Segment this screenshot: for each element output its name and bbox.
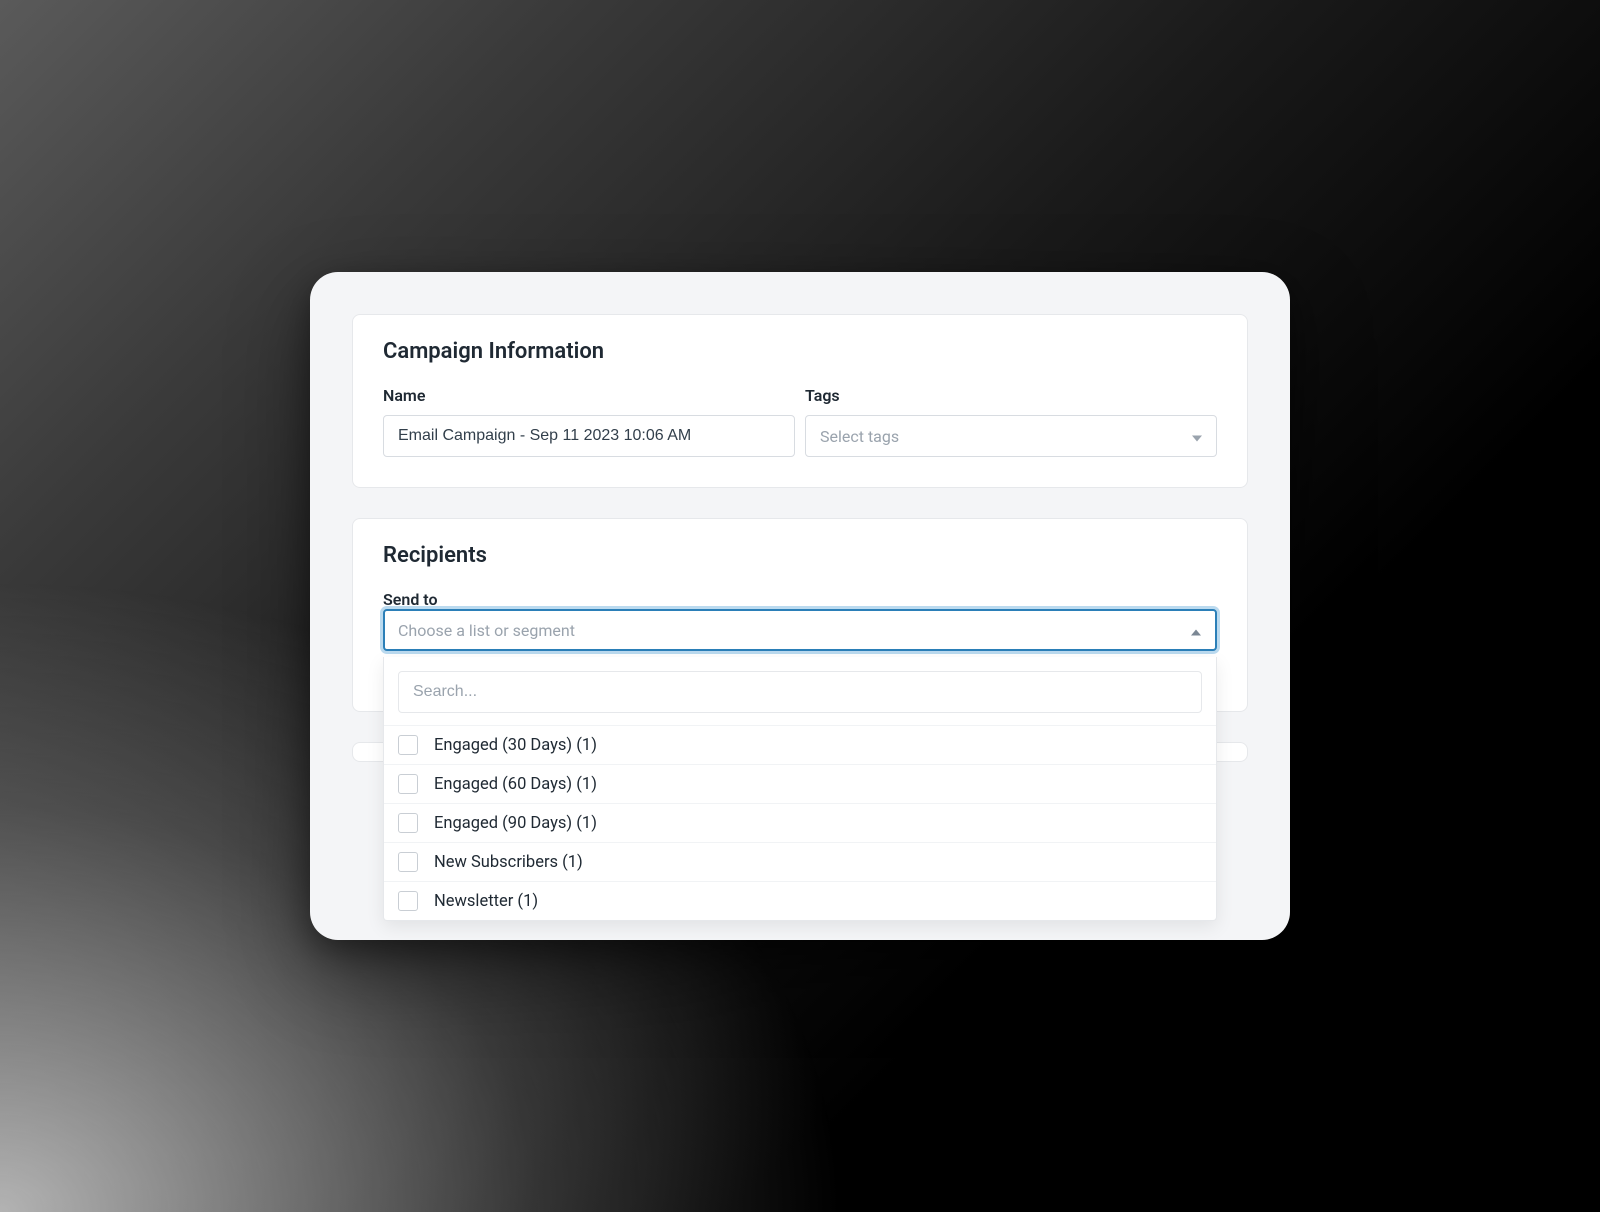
- name-field: Name: [383, 386, 795, 457]
- checkbox-icon[interactable]: [398, 852, 418, 872]
- send-to-label: Send to: [383, 590, 438, 609]
- checkbox-icon[interactable]: [398, 891, 418, 911]
- list-option[interactable]: Engaged (60 Days) (1): [384, 764, 1216, 803]
- list-option[interactable]: New Subscribers (1): [384, 842, 1216, 881]
- caret-up-icon: [1191, 621, 1201, 640]
- option-label: Engaged (90 Days) (1): [434, 814, 597, 833]
- send-to-select[interactable]: Choose a list or segment: [383, 609, 1217, 651]
- recipients-card: Recipients Send to Choose a list or segm…: [352, 518, 1248, 712]
- recipients-title: Recipients: [383, 543, 1217, 568]
- option-label: Engaged (30 Days) (1): [434, 736, 597, 755]
- option-label: Newsletter (1): [434, 892, 538, 911]
- tags-field: Tags Select tags: [805, 386, 1217, 457]
- send-to-wrapper: Choose a list or segment Engaged (30 Day…: [383, 609, 1217, 651]
- campaign-info-row: Name Tags Select tags: [383, 386, 1217, 457]
- name-label: Name: [383, 386, 795, 405]
- dropdown-search-input[interactable]: [398, 671, 1202, 713]
- list-option[interactable]: Newsletter (1): [384, 881, 1216, 920]
- checkbox-icon[interactable]: [398, 774, 418, 794]
- caret-down-icon: [1192, 427, 1202, 446]
- tags-select[interactable]: Select tags: [805, 415, 1217, 457]
- list-option[interactable]: Engaged (30 Days) (1): [384, 725, 1216, 764]
- campaign-info-title: Campaign Information: [383, 339, 1217, 364]
- name-input[interactable]: [383, 415, 795, 457]
- list-option[interactable]: Engaged (90 Days) (1): [384, 803, 1216, 842]
- option-label: New Subscribers (1): [434, 853, 583, 872]
- checkbox-icon[interactable]: [398, 735, 418, 755]
- checkbox-icon[interactable]: [398, 813, 418, 833]
- option-label: Engaged (60 Days) (1): [434, 775, 597, 794]
- tags-placeholder: Select tags: [820, 427, 899, 446]
- send-to-dropdown: Engaged (30 Days) (1) Engaged (60 Days) …: [383, 657, 1217, 921]
- app-window: Campaign Information Name Tags Select ta…: [310, 272, 1290, 940]
- campaign-info-card: Campaign Information Name Tags Select ta…: [352, 314, 1248, 488]
- dropdown-search-wrap: [384, 657, 1216, 725]
- tags-label: Tags: [805, 386, 1217, 405]
- send-to-placeholder: Choose a list or segment: [398, 621, 575, 640]
